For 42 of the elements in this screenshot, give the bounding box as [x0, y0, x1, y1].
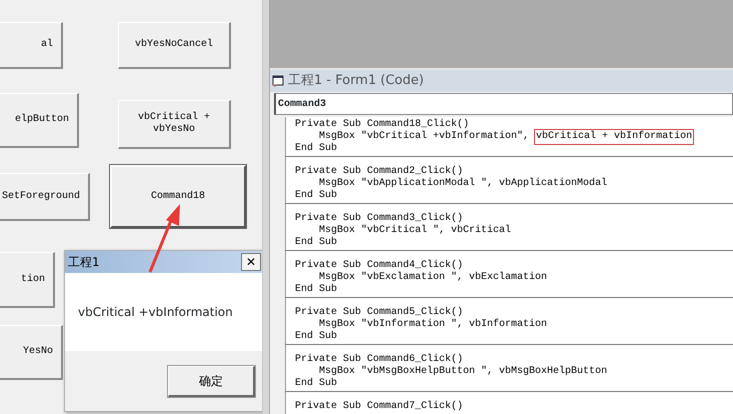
window-splitter[interactable] [262, 0, 270, 414]
code-line: Private Sub Command2_Click() [295, 166, 464, 178]
object-dropdown[interactable]: Command3 [274, 93, 733, 115]
form-button[interactable]: elpButton [0, 93, 79, 148]
window-title: 工程1 - Form1 (Code) [288, 72, 424, 90]
code-line: MsgBox "vbExclamation ", [318, 272, 464, 284]
code-argument: vbApplicationModal [499, 178, 608, 190]
annotation-arrow [148, 204, 180, 273]
dialog-title: 工程1 [68, 254, 100, 271]
code-line: MsgBox "vbCritical +vbInformation", [318, 131, 530, 142]
code-line: MsgBox "vbCritical ", [318, 225, 446, 236]
code-argument: vbCritical [451, 225, 512, 237]
code-line: Private Sub Command6_Click() [295, 354, 464, 366]
form-button[interactable]: Command18 [110, 165, 246, 228]
code-line: End Sub [295, 284, 338, 296]
code-argument: vbExclamation [469, 272, 548, 284]
form-button[interactable]: vbCritical + vbYesNo [118, 100, 231, 149]
form-button[interactable]: YesNo [0, 325, 63, 380]
code-line: Private Sub Command7_Click() [295, 401, 464, 413]
code-line: End Sub [295, 331, 338, 343]
form-button[interactable]: vbYesNoCancel [118, 22, 231, 69]
code-argument: vbMsgBoxHelpButton [499, 366, 608, 378]
code-line: Private Sub Command18_Click() [295, 119, 470, 130]
code-line: Private Sub Command5_Click() [295, 307, 464, 318]
code-line: MsgBox "vbInformation ", [318, 319, 464, 330]
form-button[interactable]: SetForeground [0, 173, 90, 221]
code-line: End Sub [295, 190, 338, 202]
code-line: End Sub [295, 237, 338, 249]
code-line: Private Sub Command3_Click() [295, 213, 464, 224]
code-line: MsgBox "vbApplicationModal ", [318, 178, 494, 190]
ok-button[interactable]: 确定 [168, 366, 255, 396]
code-line: Private Sub Command4_Click() [295, 260, 464, 272]
code-argument: vbInformation [469, 319, 548, 331]
code-argument: vbCritical + vbInformation [535, 130, 694, 144]
code-line: End Sub [295, 378, 338, 390]
close-button[interactable]: ✕ [241, 253, 261, 271]
code-line: End Sub [295, 143, 338, 155]
form-button[interactable]: tion [0, 252, 55, 308]
code-window-icon [272, 75, 284, 87]
dialog-message: vbCritical +vbInformation [78, 304, 233, 321]
code-line: MsgBox "vbMsgBoxHelpButton ", [318, 366, 494, 378]
form-button[interactable]: al [0, 22, 63, 69]
